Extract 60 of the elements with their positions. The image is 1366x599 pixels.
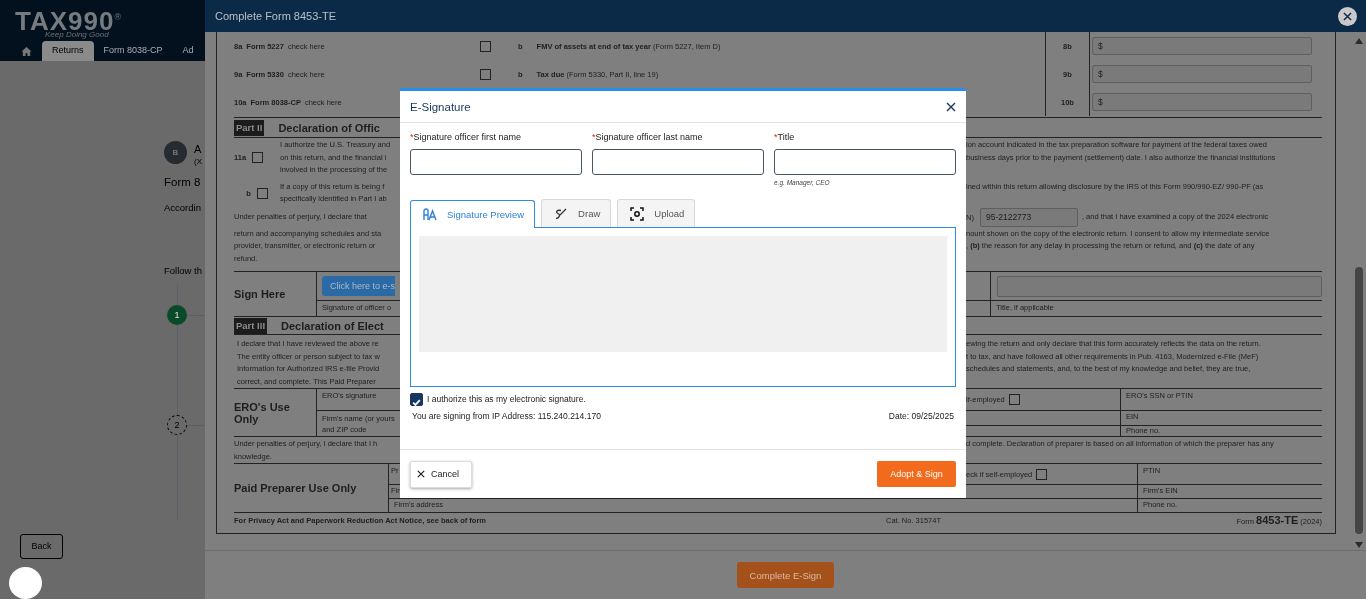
- part-title: Declaration of Elect: [281, 319, 384, 332]
- checkbox[interactable]: [480, 40, 491, 52]
- checkbox[interactable]: [1008, 394, 1020, 405]
- checkbox-label: I authorize this as my electronic signature.: [427, 394, 586, 404]
- section-label: ERO's Use Only: [234, 400, 291, 425]
- pen-icon: [554, 206, 569, 221]
- nav-tab[interactable]: Returns: [42, 41, 94, 61]
- nav-tab[interactable]: Ad: [172, 41, 204, 61]
- intro-text: Accordin: [164, 202, 202, 213]
- org-id: (X: [194, 157, 202, 166]
- date-text: Date: 09/25/2025: [888, 411, 954, 421]
- back-button[interactable]: Back: [20, 534, 63, 559]
- field-label: *Signature officer first name: [410, 132, 522, 144]
- close-icon[interactable]: [946, 101, 956, 112]
- amount-field[interactable]: $: [1092, 93, 1312, 111]
- scan-icon: [630, 206, 645, 221]
- ip-address-text: You are signing from IP Address: 115.240.214.170: [412, 411, 601, 421]
- org-name: A: [194, 143, 202, 155]
- arrow-up-icon[interactable]: [1355, 38, 1363, 44]
- part-title: Declaration of Offic: [278, 121, 380, 134]
- close-icon: [417, 470, 425, 478]
- checkbox[interactable]: [480, 68, 491, 80]
- form-title: Form 8: [164, 176, 202, 188]
- section-label: Paid Preparer Use Only: [234, 482, 358, 494]
- title-field[interactable]: [997, 275, 1322, 297]
- e-sign-button[interactable]: Click here to e-s: [322, 276, 396, 296]
- chat-button[interactable]: [9, 566, 42, 599]
- part-label: Part II: [234, 119, 265, 136]
- input-field[interactable]: [592, 149, 764, 175]
- tagline: Keep Doing Good: [45, 30, 110, 40]
- nav-tab[interactable]: Form 8038-CP: [93, 41, 173, 61]
- checkbox[interactable]: [252, 152, 264, 164]
- checkbox[interactable]: [410, 392, 423, 406]
- dialog-title: Complete Form 8453-TE: [215, 10, 337, 22]
- tab[interactable]: Draw: [541, 199, 612, 227]
- steps-intro: Follow th: [164, 265, 203, 276]
- arrow-down-icon[interactable]: [1355, 542, 1363, 548]
- adopt-and-sign-button[interactable]: Adopt & Sign: [877, 461, 956, 487]
- font-icon: [423, 207, 437, 222]
- complete-e-sign-button[interactable]: Complete E-Sign: [737, 562, 834, 588]
- logo: TAX990$^{®}$: [15, 4, 124, 31]
- section-label: Sign Here: [234, 288, 287, 300]
- field-label: *Signature officer last name: [592, 132, 704, 144]
- checkbox[interactable]: [1036, 468, 1048, 480]
- modal-title: E-Signature: [410, 100, 471, 113]
- ein-field[interactable]: 95-2122773: [979, 207, 1078, 227]
- part-label: Part III: [234, 317, 268, 334]
- input-field[interactable]: [410, 149, 582, 175]
- checkbox[interactable]: [256, 187, 268, 199]
- field-label: *Title: [774, 132, 796, 144]
- cancel-button[interactable]: Cancel: [410, 460, 472, 488]
- step-number: 1: [167, 305, 187, 325]
- home-icon[interactable]: [21, 46, 32, 57]
- tab[interactable]: Upload: [617, 199, 696, 227]
- close-icon[interactable]: [1338, 6, 1357, 26]
- amount-field[interactable]: $: [1092, 65, 1312, 83]
- avatar: B: [164, 141, 187, 164]
- tab[interactable]: Signature Preview: [410, 200, 536, 228]
- amount-field[interactable]: $: [1092, 37, 1312, 55]
- input-field[interactable]: [774, 149, 956, 175]
